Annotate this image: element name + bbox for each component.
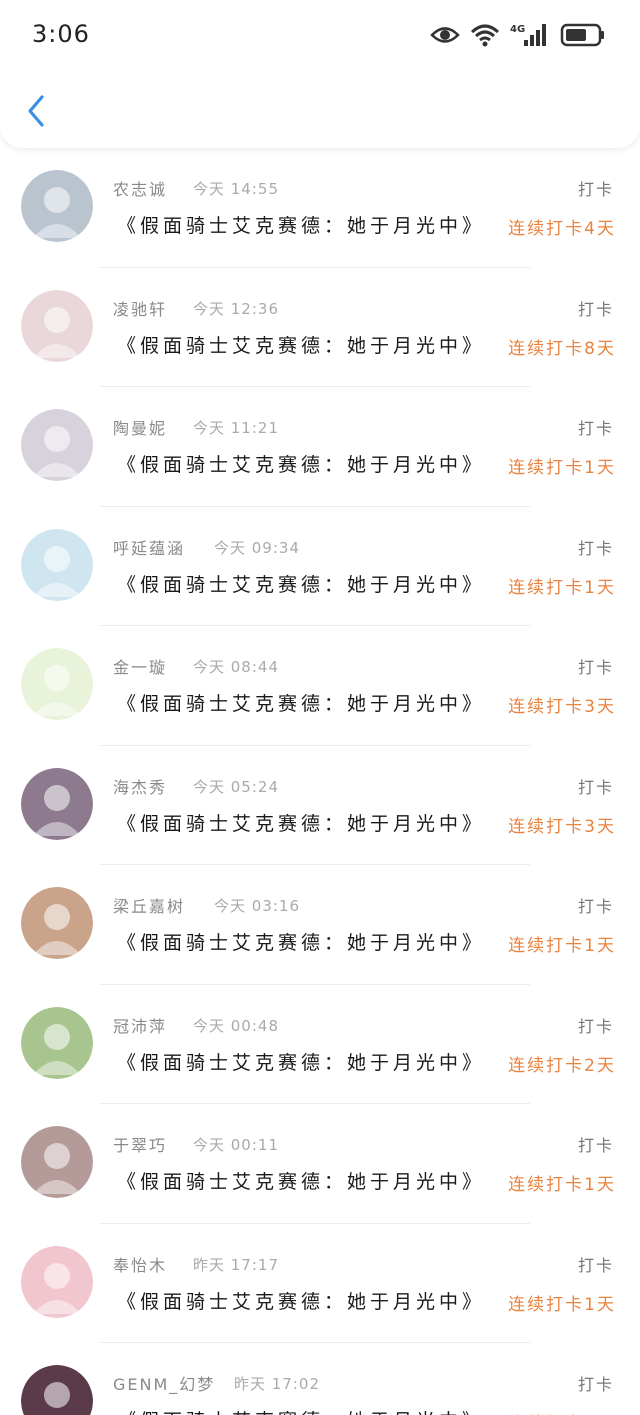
checkin-time: 今天 11:21 (193, 419, 279, 437)
book-title[interactable]: 《假面骑士艾克赛德：她于月光中》 (117, 1167, 485, 1194)
user-name[interactable]: 陶曼妮 (113, 415, 167, 439)
back-button[interactable] (22, 92, 50, 130)
book-title[interactable]: 《假面骑士艾克赛德：她于月光中》 (117, 1406, 485, 1415)
checkin-time: 昨天 17:02 (234, 1375, 320, 1393)
checkin-label: 打卡 (577, 180, 614, 199)
avatar[interactable] (21, 767, 93, 840)
avatar[interactable] (21, 1365, 93, 1415)
book-title[interactable]: 《假面骑士艾克赛德：她于月光中》 (117, 1048, 485, 1075)
checkin-time: 今天 14:55 (193, 180, 279, 198)
checkin-time: 昨天 17:17 (193, 1255, 279, 1274)
avatar[interactable] (21, 887, 93, 959)
book-title[interactable]: 《假面骑士艾克赛德：她于月光中》 (117, 689, 485, 716)
checkin-label: 打卡 (577, 1255, 614, 1275)
book-title[interactable]: 《假面骑士艾克赛德：她于月光中》 (117, 211, 485, 238)
checkin-label: 打卡 (577, 658, 614, 677)
user-name[interactable]: 呼延蕴涵 (113, 535, 185, 559)
book-title[interactable]: 《假面骑士艾克赛德：她于月光中》 (117, 809, 485, 836)
list-item[interactable]: 海杰秀 今天 05:24 打卡 《假面骑士艾克赛德：她于月光中》 连续打卡3天 (0, 745, 640, 865)
user-name[interactable]: 梁丘嘉树 (113, 893, 185, 917)
signal-4g-icon: 4G (510, 22, 550, 48)
streak-label: 连续打卡1天 (508, 577, 616, 598)
checkin-label: 打卡 (577, 1136, 614, 1155)
avatar[interactable] (21, 648, 93, 720)
streak-label: 连续打卡3天 (508, 697, 616, 717)
checkin-label: 打卡 (577, 538, 614, 558)
list-item[interactable]: 于翠巧 今天 00:11 打卡 《假面骑士艾克赛德：她于月光中》 连续打卡1天 (0, 1104, 640, 1224)
checkin-time: 今天 03:16 (214, 897, 300, 915)
battery-icon (560, 22, 606, 48)
user-name[interactable]: 冠沛萍 (113, 1013, 167, 1037)
streak-label: 连续打卡4天 (508, 219, 616, 239)
list-item[interactable]: 凌驰轩 今天 12:36 打卡 《假面骑士艾克赛德：她于月光中》 连续打卡8天 (0, 267, 640, 387)
chevron-left-icon (28, 95, 44, 127)
list-item[interactable]: 呼延蕴涵 今天 09:34 打卡 《假面骑士艾克赛德：她于月光中》 连续打卡1天 (0, 506, 640, 626)
checkin-list[interactable]: 农志诚 今天 14:55 打卡 《假面骑士艾克赛德：她于月光中》 连续打卡4天 … (0, 148, 640, 1415)
checkin-label: 打卡 (577, 299, 614, 319)
checkin-time: 今天 08:44 (193, 658, 279, 676)
list-item[interactable]: 梁丘嘉树 今天 03:16 打卡 《假面骑士艾克赛德：她于月光中》 连续打卡1天 (0, 865, 640, 985)
user-name[interactable]: 奉怡木 (113, 1252, 167, 1276)
avatar[interactable] (21, 528, 93, 601)
avatar[interactable] (21, 289, 93, 362)
user-name[interactable]: 于翠巧 (113, 1132, 167, 1156)
checkin-time: 今天 12:36 (193, 299, 279, 318)
status-time: 3:06 (32, 20, 90, 48)
book-title[interactable]: 《假面骑士艾克赛德：她于月光中》 (117, 450, 485, 477)
top-bar: 3:06 4G (0, 0, 640, 148)
list-item[interactable]: 奉怡木 昨天 17:17 打卡 《假面骑士艾克赛德：她于月光中》 连续打卡1天 (0, 1223, 640, 1343)
checkin-label: 打卡 (577, 419, 614, 438)
avatar[interactable] (21, 409, 93, 481)
avatar[interactable] (21, 1006, 93, 1079)
checkin-time: 今天 00:48 (193, 1016, 279, 1035)
avatar[interactable] (21, 1126, 93, 1198)
checkin-label: 打卡 (577, 897, 614, 916)
eye-icon (430, 24, 460, 46)
checkin-label: 打卡 (577, 777, 614, 797)
streak-label: 连续打卡1天 (508, 1175, 616, 1195)
checkin-label: 打卡 (577, 1375, 614, 1394)
user-name[interactable]: 凌驰轩 (113, 296, 167, 320)
checkin-time: 今天 00:11 (193, 1136, 279, 1154)
streak-label: 连续打卡1天 (508, 936, 616, 956)
wifi-icon (470, 23, 500, 47)
streak-label: 连续打卡1天 (508, 458, 616, 478)
list-item[interactable]: 金一璇 今天 08:44 打卡 《假面骑士艾克赛德：她于月光中》 连续打卡3天 (0, 626, 640, 746)
checkin-label: 打卡 (577, 1016, 614, 1036)
checkin-time: 今天 09:34 (214, 538, 300, 557)
user-name[interactable]: 海杰秀 (113, 774, 167, 798)
user-name[interactable]: GENM_幻梦 (113, 1371, 215, 1395)
streak-label: 连续打卡3天 (508, 816, 616, 837)
streak-label: 连续打卡1天 (508, 1409, 616, 1415)
book-title[interactable]: 《假面骑士艾克赛德：她于月光中》 (117, 331, 485, 358)
book-title[interactable]: 《假面骑士艾克赛德：她于月光中》 (117, 1287, 485, 1314)
streak-label: 连续打卡2天 (508, 1055, 616, 1076)
book-title[interactable]: 《假面骑士艾克赛德：她于月光中》 (117, 928, 485, 955)
book-title[interactable]: 《假面骑士艾克赛德：她于月光中》 (117, 570, 485, 597)
checkin-time: 今天 05:24 (193, 777, 279, 796)
status-icons: 4G (430, 20, 606, 50)
user-name[interactable]: 金一璇 (113, 654, 167, 678)
streak-label: 连续打卡1天 (508, 1294, 616, 1315)
list-item[interactable]: 农志诚 今天 14:55 打卡 《假面骑士艾克赛德：她于月光中》 连续打卡4天 (0, 148, 640, 268)
user-name[interactable]: 农志诚 (113, 176, 167, 200)
list-item[interactable]: 冠沛萍 今天 00:48 打卡 《假面骑士艾克赛德：她于月光中》 连续打卡2天 (0, 984, 640, 1104)
list-item[interactable]: 陶曼妮 今天 11:21 打卡 《假面骑士艾克赛德：她于月光中》 连续打卡1天 (0, 387, 640, 507)
streak-label: 连续打卡8天 (508, 338, 616, 359)
network-label: 4G (510, 24, 525, 35)
list-item[interactable]: GENM_幻梦 昨天 17:02 打卡 《假面骑士艾克赛德：她于月光中》 连续打… (0, 1343, 640, 1415)
avatar[interactable] (21, 1245, 93, 1318)
avatar[interactable] (21, 170, 93, 242)
